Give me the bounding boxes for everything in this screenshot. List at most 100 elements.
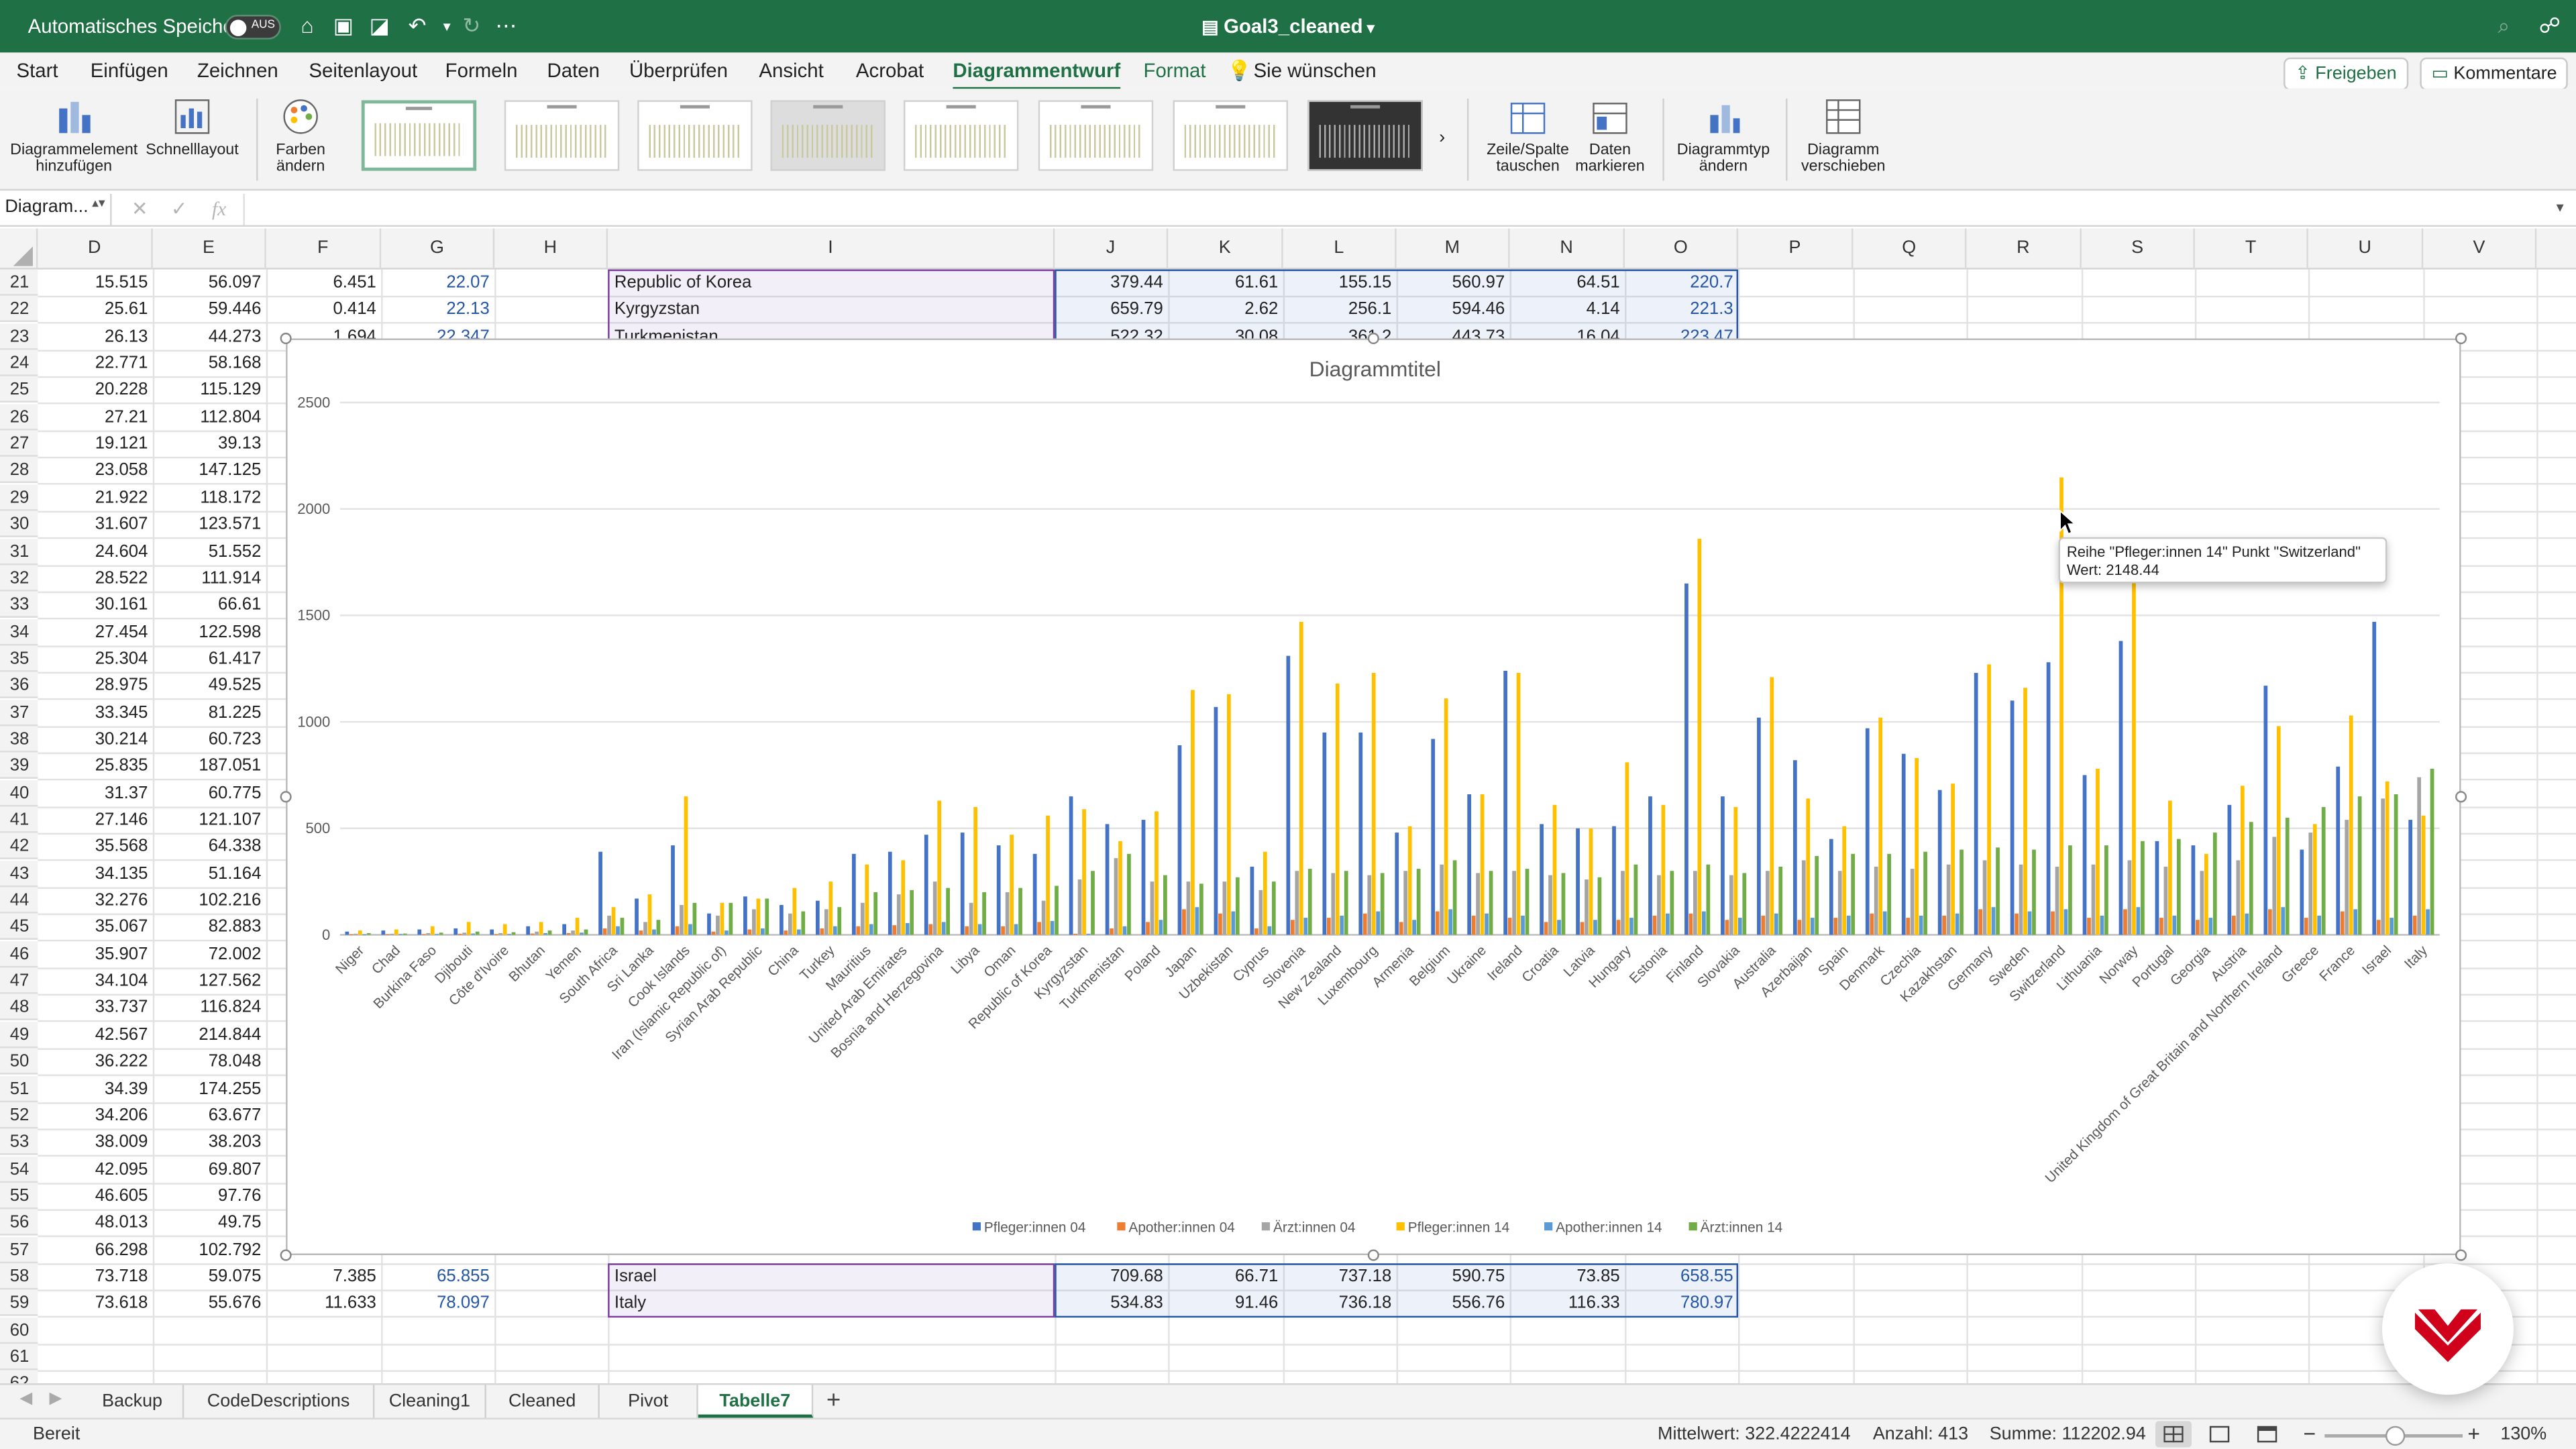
bar-4-53[interactable] xyxy=(2240,786,2245,935)
bar-4-6[interactable] xyxy=(539,922,543,935)
bar-6-13[interactable] xyxy=(801,911,806,935)
bar-6-10[interactable] xyxy=(692,902,697,935)
bar-1-39[interactable] xyxy=(1721,796,1725,935)
bar-4-44[interactable] xyxy=(1915,758,1919,935)
chart-style-6[interactable] xyxy=(1038,100,1154,171)
bar-3-33[interactable] xyxy=(1512,871,1516,935)
cell-d[interactable]: 38.009 xyxy=(40,1128,153,1155)
cell-j[interactable]: 379.44 xyxy=(1057,270,1169,296)
column-header-o[interactable]: O xyxy=(1625,228,1739,270)
zoom-level[interactable]: 130% xyxy=(2500,1424,2546,1444)
bar-2-49[interactable] xyxy=(2087,918,2091,935)
menu-tell-me[interactable]: Sie wünschen xyxy=(1254,59,1377,82)
cell-d[interactable]: 24.604 xyxy=(40,539,153,565)
bar-6-25[interactable] xyxy=(1235,877,1240,935)
column-header-s[interactable]: S xyxy=(2082,228,2195,270)
bar-3-6[interactable] xyxy=(535,931,539,935)
cell-d[interactable]: 30.214 xyxy=(40,726,153,752)
bar-1-13[interactable] xyxy=(780,905,784,935)
cell-e[interactable]: 72.002 xyxy=(154,941,266,967)
bar-6-19[interactable] xyxy=(1018,888,1022,935)
bar-1-9[interactable] xyxy=(635,898,639,935)
bar-4-25[interactable] xyxy=(1226,694,1231,935)
cell-d[interactable]: 42.567 xyxy=(40,1022,153,1048)
column-header-u[interactable]: U xyxy=(2308,228,2424,270)
cell-e[interactable]: 102.792 xyxy=(154,1237,266,1263)
bar-5-28[interactable] xyxy=(1340,915,1344,935)
bar-2-36[interactable] xyxy=(1616,920,1621,935)
bar-6-11[interactable] xyxy=(729,902,733,935)
cell-e[interactable]: 122.598 xyxy=(154,619,266,645)
cell-n[interactable]: 116.33 xyxy=(1511,1289,1625,1316)
bar-3-53[interactable] xyxy=(2236,860,2241,935)
column-header-m[interactable]: M xyxy=(1397,228,1510,270)
legend-item[interactable]: Pfleger:innen 04 xyxy=(984,1220,1085,1236)
cell-e[interactable]: 112.804 xyxy=(154,404,266,430)
bar-6-46[interactable] xyxy=(1996,847,2000,935)
cell-d[interactable]: 32.276 xyxy=(40,887,153,913)
bar-4-3[interactable] xyxy=(430,926,435,935)
row-header[interactable]: 62 xyxy=(0,1370,38,1384)
bar-1-12[interactable] xyxy=(743,896,747,935)
bar-3-56[interactable] xyxy=(2345,820,2349,935)
bar-4-21[interactable] xyxy=(1082,809,1086,935)
bar-3-19[interactable] xyxy=(1005,892,1010,935)
bar-6-20[interactable] xyxy=(1055,885,1059,935)
bar-2-18[interactable] xyxy=(965,926,969,935)
bar-4-23[interactable] xyxy=(1155,811,1159,935)
menu-formeln[interactable]: Formeln xyxy=(445,59,518,82)
bar-4-18[interactable] xyxy=(973,807,977,935)
bar-3-21[interactable] xyxy=(1077,879,1082,935)
legend-item[interactable]: Pfleger:innen 14 xyxy=(1408,1220,1509,1236)
cell-l[interactable]: 256.1 xyxy=(1285,296,1397,322)
bar-4-27[interactable] xyxy=(1299,621,1303,935)
bar-3-48[interactable] xyxy=(2055,866,2059,935)
bar-5-50[interactable] xyxy=(2136,907,2141,935)
bar-1-55[interactable] xyxy=(2300,849,2304,935)
bar-6-52[interactable] xyxy=(2212,833,2217,935)
bar-6-44[interactable] xyxy=(1923,851,1927,935)
bar-1-27[interactable] xyxy=(1286,655,1291,935)
bar-2-16[interactable] xyxy=(892,925,897,935)
column-header-d[interactable]: D xyxy=(38,228,153,270)
bar-5-19[interactable] xyxy=(1014,924,1018,935)
bar-5-21[interactable] xyxy=(1086,933,1091,935)
bar-3-2[interactable] xyxy=(390,933,394,935)
cell-d[interactable]: 34.39 xyxy=(40,1076,153,1102)
function-icon[interactable]: fx xyxy=(212,197,226,222)
bar-2-54[interactable] xyxy=(2267,909,2272,935)
bar-6-17[interactable] xyxy=(946,888,951,935)
bar-3-5[interactable] xyxy=(498,932,503,935)
chart-plot[interactable]: Diagrammtitel 0 500 1000 1500 2000 2500 Niger Ch… xyxy=(288,340,2463,1257)
bar-2-8[interactable] xyxy=(602,928,607,935)
bar-3-36[interactable] xyxy=(1621,871,1625,935)
bar-1-29[interactable] xyxy=(1358,732,1363,935)
tell-me-icon[interactable]: 💡 xyxy=(1227,59,1252,82)
cell-d[interactable]: 20.228 xyxy=(40,376,153,402)
cell-o[interactable]: 658.55 xyxy=(1626,1263,1738,1289)
cell-e[interactable]: 51.552 xyxy=(154,539,266,565)
cell-d[interactable]: 31.37 xyxy=(40,780,153,806)
cell-i[interactable]: Republic of Korea xyxy=(610,270,1055,296)
bar-3-20[interactable] xyxy=(1041,900,1046,935)
bar-1-16[interactable] xyxy=(888,851,892,935)
bar-2-43[interactable] xyxy=(1870,913,1874,935)
bar-4-11[interactable] xyxy=(720,902,724,935)
bar-3-3[interactable] xyxy=(426,932,431,935)
column-header-p[interactable]: P xyxy=(1738,228,1854,270)
column-header-r[interactable]: R xyxy=(1966,228,2082,270)
legend-item[interactable]: Ärzt:innen 14 xyxy=(1701,1220,1783,1236)
bar-2-28[interactable] xyxy=(1326,918,1331,935)
title-dropdown-icon[interactable]: ▾ xyxy=(1363,19,1375,36)
cell-d[interactable]: 66.298 xyxy=(40,1237,153,1263)
menu-ansicht[interactable]: Ansicht xyxy=(759,59,823,82)
bar-6-14[interactable] xyxy=(837,907,842,935)
bar-6-12[interactable] xyxy=(765,898,769,935)
cell-m[interactable]: 560.97 xyxy=(1398,270,1510,296)
cell-g[interactable]: 22.07 xyxy=(383,270,495,296)
bar-4-32[interactable] xyxy=(1480,794,1485,935)
bar-2-27[interactable] xyxy=(1290,920,1295,935)
bar-2-10[interactable] xyxy=(675,926,680,935)
bar-2-30[interactable] xyxy=(1399,922,1403,935)
confirm-icon[interactable]: ✓ xyxy=(171,197,188,220)
